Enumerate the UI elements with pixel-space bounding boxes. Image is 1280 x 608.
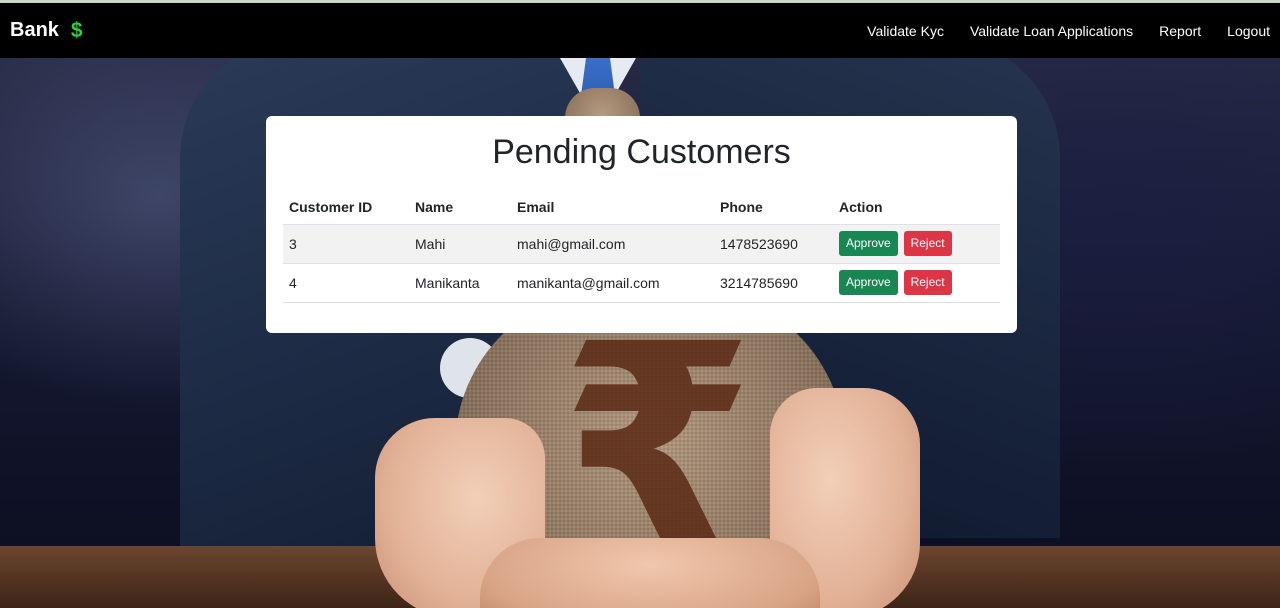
cell-email: mahi@gmail.com	[511, 224, 714, 264]
navbar: Bank $ Validate Kyc Validate Loan Applic…	[0, 3, 1280, 58]
nav-link-report[interactable]: Report	[1159, 23, 1201, 39]
header-email: Email	[511, 190, 714, 225]
table-row: 4 Manikanta manikanta@gmail.com 32147856…	[283, 263, 1000, 303]
nav-link-validate-loan-applications[interactable]: Validate Loan Applications	[970, 23, 1133, 39]
nav-link-logout[interactable]: Logout	[1227, 23, 1270, 39]
header-action: Action	[833, 190, 1000, 225]
header-name: Name	[409, 190, 511, 225]
header-customer-id: Customer ID	[283, 190, 409, 225]
dollar-icon: $	[70, 18, 83, 42]
cell-phone: 3214785690	[714, 263, 833, 303]
approve-button[interactable]: Approve	[839, 231, 898, 256]
cell-action: Approve Reject	[833, 263, 1000, 303]
brand-name: Bank	[10, 19, 59, 41]
cell-customer-id: 4	[283, 263, 409, 303]
reject-button[interactable]: Reject	[903, 231, 952, 256]
cell-name: Mahi	[409, 224, 511, 264]
cell-phone: 1478523690	[714, 224, 833, 264]
cell-name: Manikanta	[409, 263, 511, 303]
cell-action: Approve Reject	[833, 224, 1000, 264]
brand[interactable]: Bank $	[10, 19, 83, 43]
reject-button[interactable]: Reject	[903, 270, 952, 295]
nav-links: Validate Kyc Validate Loan Applications …	[867, 23, 1270, 39]
customers-table: Customer ID Name Email Phone Action 3 Ma…	[283, 190, 1000, 303]
approve-button[interactable]: Approve	[839, 270, 898, 295]
nav-link-validate-kyc[interactable]: Validate Kyc	[867, 23, 944, 39]
table-row: 3 Mahi mahi@gmail.com 1478523690 Approve…	[283, 224, 1000, 264]
header-phone: Phone	[714, 190, 833, 225]
palms	[480, 538, 820, 608]
table-header-row: Customer ID Name Email Phone Action	[283, 190, 1000, 225]
pending-customers-card: Pending Customers Customer ID Name Email…	[266, 116, 1017, 333]
page-title: Pending Customers	[492, 133, 791, 171]
cell-customer-id: 3	[283, 224, 409, 264]
cell-email: manikanta@gmail.com	[511, 263, 714, 303]
